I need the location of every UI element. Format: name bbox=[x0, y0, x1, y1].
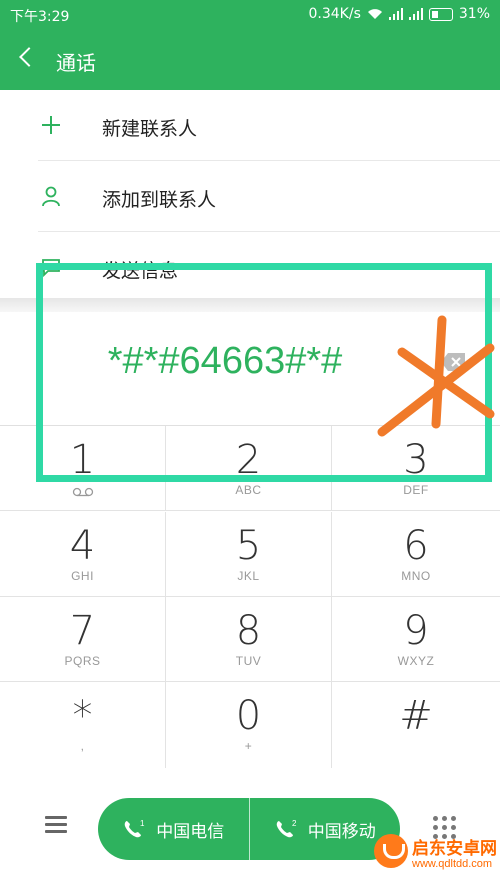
status-bar: 下午3:29 0.34K/s 31% bbox=[0, 0, 500, 30]
wifi-icon bbox=[367, 9, 382, 19]
call-button-label: 中国移动 bbox=[307, 821, 376, 842]
battery-icon bbox=[428, 7, 453, 21]
call-button-label: 中国电信 bbox=[156, 821, 225, 842]
key-digit: 4 bbox=[69, 523, 96, 569]
call-button-sim1[interactable]: 1 中国电信 bbox=[98, 798, 249, 860]
key-4[interactable]: 4 GHI bbox=[0, 512, 166, 597]
plus-icon bbox=[42, 116, 60, 134]
key-digit: 9 bbox=[403, 608, 429, 654]
voicemail-icon bbox=[72, 487, 93, 497]
network-speed: 0.34K/s bbox=[308, 6, 361, 22]
key-letters: TUV bbox=[235, 654, 262, 668]
key-digit: 8 bbox=[235, 608, 262, 654]
signal-icon-1 bbox=[388, 8, 403, 20]
key-digit: # bbox=[399, 693, 433, 739]
key-pound[interactable]: # bbox=[332, 682, 500, 769]
key-star[interactable]: * , bbox=[0, 682, 166, 769]
watermark-name: 启东安卓网 bbox=[412, 839, 497, 859]
key-5[interactable]: 5 JKL bbox=[166, 512, 332, 597]
watermark-url: www.qdltdd.com bbox=[412, 858, 493, 870]
site-watermark: 启东安卓网 www.qdltdd.com bbox=[372, 830, 500, 885]
key-7[interactable]: 7 PQRS bbox=[0, 597, 166, 682]
phone-icon: 1 bbox=[124, 819, 145, 838]
key-9[interactable]: 9 WXYZ bbox=[332, 597, 500, 682]
key-digit: * bbox=[72, 693, 93, 739]
svg-text:1: 1 bbox=[140, 819, 145, 828]
page-title: 通话 bbox=[56, 51, 96, 75]
hamburger-menu-icon[interactable] bbox=[45, 816, 67, 837]
key-letters: PQRS bbox=[64, 654, 101, 668]
key-letters: , bbox=[80, 739, 85, 753]
call-buttons: 1 中国电信 2 中国移动 bbox=[98, 798, 400, 860]
menu-item-label: 新建联系人 bbox=[102, 118, 198, 140]
battery-level: 31% bbox=[458, 6, 490, 22]
svg-text:2: 2 bbox=[292, 819, 297, 828]
back-arrow-icon[interactable] bbox=[19, 47, 39, 67]
key-letters: MNO bbox=[401, 569, 431, 583]
key-letters: GHI bbox=[71, 569, 94, 583]
asterisk-annotation bbox=[377, 315, 495, 437]
key-digit: 7 bbox=[69, 608, 96, 654]
status-time: 下午3:29 bbox=[10, 9, 70, 25]
key-8[interactable]: 8 TUV bbox=[166, 597, 332, 682]
key-letters: + bbox=[244, 739, 253, 753]
key-digit: 0 bbox=[235, 693, 262, 739]
signal-icon-2 bbox=[408, 8, 423, 20]
key-digit: 6 bbox=[403, 523, 429, 569]
key-letters: JKL bbox=[237, 569, 260, 583]
person-icon bbox=[42, 186, 60, 207]
key-digit: 5 bbox=[235, 523, 262, 569]
key-letters: WXYZ bbox=[397, 654, 435, 668]
key-6[interactable]: 6 MNO bbox=[332, 512, 500, 597]
menu-item-label: 添加到联系人 bbox=[102, 189, 217, 211]
app-header: 通话 bbox=[0, 30, 500, 90]
key-0[interactable]: 0 + bbox=[166, 682, 332, 769]
menu-item-new-contact[interactable]: 新建联系人 bbox=[0, 90, 500, 161]
key-letters: ABC bbox=[235, 483, 262, 497]
phone-icon: 2 bbox=[276, 819, 297, 838]
key-letters: DEF bbox=[403, 483, 429, 497]
menu-item-add-to-contact[interactable]: 添加到联系人 bbox=[0, 161, 500, 232]
watermark-logo-icon bbox=[374, 834, 408, 868]
